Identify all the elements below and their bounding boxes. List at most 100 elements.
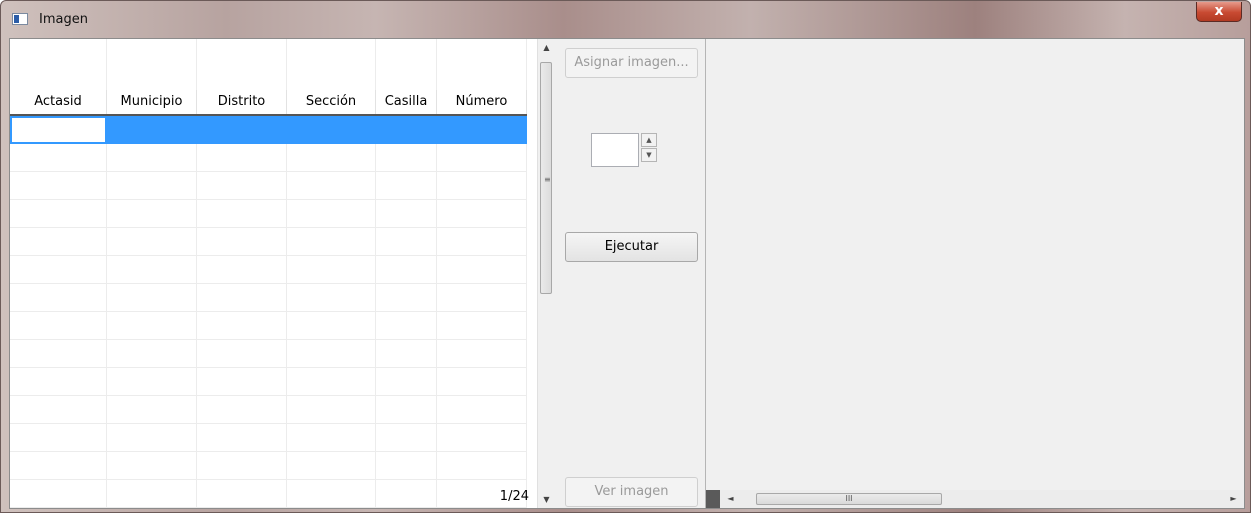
column-header-distrito[interactable]: Distrito: [197, 90, 287, 114]
table-cell[interactable]: [376, 480, 437, 508]
table-cell[interactable]: [376, 368, 437, 396]
table-cell[interactable]: [287, 312, 376, 340]
table-cell[interactable]: [437, 200, 527, 228]
table-vertical-scrollbar[interactable]: ▲ ≡ ▼: [537, 39, 555, 508]
table-cell[interactable]: [10, 144, 107, 172]
table-cell[interactable]: [10, 116, 107, 144]
table-cell[interactable]: [376, 396, 437, 424]
table-cell[interactable]: [10, 480, 107, 508]
assign-image-button[interactable]: Asignar imagen...: [565, 48, 698, 78]
spin-up-icon[interactable]: ▲: [641, 133, 657, 147]
column-header-casilla[interactable]: Casilla: [376, 90, 437, 114]
table-cell[interactable]: [197, 228, 287, 256]
table-cell[interactable]: [437, 452, 527, 480]
table-cell[interactable]: [376, 284, 437, 312]
table-row[interactable]: [10, 340, 527, 368]
table-cell[interactable]: [10, 284, 107, 312]
vertical-scroll-thumb[interactable]: ≡: [540, 62, 552, 294]
column-header-municipio[interactable]: Municipio: [107, 90, 197, 114]
table-cell[interactable]: [287, 396, 376, 424]
table-cell[interactable]: [287, 256, 376, 284]
table-cell[interactable]: [107, 284, 197, 312]
table-cell[interactable]: [376, 312, 437, 340]
table-row[interactable]: [10, 312, 527, 340]
table-cell[interactable]: [197, 396, 287, 424]
table-cell[interactable]: [376, 228, 437, 256]
table-row[interactable]: [10, 284, 527, 312]
table-cell[interactable]: [287, 284, 376, 312]
spin-arrows[interactable]: ▲ ▼: [641, 133, 657, 163]
close-button[interactable]: x: [1196, 2, 1242, 22]
table-cell[interactable]: [197, 144, 287, 172]
table-cell[interactable]: [107, 116, 197, 144]
table-cell[interactable]: [10, 228, 107, 256]
table-cell[interactable]: [107, 480, 197, 508]
scroll-down-arrow-icon[interactable]: ▼: [538, 491, 555, 508]
table-cell[interactable]: [107, 452, 197, 480]
table-cell[interactable]: [197, 480, 287, 508]
table-cell[interactable]: [287, 480, 376, 508]
table-cell[interactable]: [197, 200, 287, 228]
table-cell[interactable]: [437, 256, 527, 284]
table-cell[interactable]: [10, 256, 107, 284]
table-cell[interactable]: [197, 116, 287, 144]
image-horizontal-scrollbar[interactable]: ◄ III ►: [706, 490, 1244, 508]
table-cell[interactable]: [376, 424, 437, 452]
table-row[interactable]: [10, 256, 527, 284]
table-cell[interactable]: [197, 368, 287, 396]
table-row[interactable]: [10, 200, 527, 228]
table-cell[interactable]: [107, 172, 197, 200]
run-button[interactable]: Ejecutar: [565, 232, 698, 262]
table-cell[interactable]: [107, 396, 197, 424]
view-image-button[interactable]: Ver imagen: [565, 477, 698, 507]
table-cell[interactable]: [437, 172, 527, 200]
table-cell[interactable]: [437, 340, 527, 368]
scroll-up-arrow-icon[interactable]: ▲: [538, 39, 555, 56]
table-cell[interactable]: [107, 340, 197, 368]
column-header-numero[interactable]: Número: [437, 90, 527, 114]
table-row[interactable]: [10, 452, 527, 480]
table-row[interactable]: [10, 228, 527, 256]
table-cell[interactable]: [10, 200, 107, 228]
table-cell[interactable]: [10, 452, 107, 480]
table-cell[interactable]: [437, 144, 527, 172]
table-row[interactable]: [10, 172, 527, 200]
table-cell[interactable]: [10, 368, 107, 396]
table-row[interactable]: [10, 480, 527, 508]
scroll-left-arrow-icon[interactable]: ◄: [722, 490, 739, 508]
page-spinbox[interactable]: ▲ ▼: [591, 133, 657, 167]
table-cell[interactable]: [376, 340, 437, 368]
table-cell[interactable]: [197, 284, 287, 312]
table-cell[interactable]: [437, 116, 527, 144]
table-cell[interactable]: [197, 172, 287, 200]
table-cell[interactable]: [197, 256, 287, 284]
table-row[interactable]: [10, 396, 527, 424]
table-cell[interactable]: [107, 256, 197, 284]
table-cell[interactable]: [10, 340, 107, 368]
table-cell[interactable]: [107, 228, 197, 256]
table-cell[interactable]: [437, 424, 527, 452]
table-row[interactable]: [10, 368, 527, 396]
scroll-right-arrow-icon[interactable]: ►: [1225, 490, 1242, 508]
table-cell[interactable]: [287, 340, 376, 368]
table-cell[interactable]: [287, 172, 376, 200]
horizontal-scroll-thumb[interactable]: III: [756, 493, 942, 505]
table-row[interactable]: [10, 424, 527, 452]
table-cell[interactable]: [287, 144, 376, 172]
table-cell[interactable]: [107, 312, 197, 340]
table-cell[interactable]: [197, 452, 287, 480]
table-cell[interactable]: [376, 172, 437, 200]
table-cell[interactable]: [287, 228, 376, 256]
table-cell[interactable]: [10, 424, 107, 452]
table-cell[interactable]: [197, 424, 287, 452]
table-cell[interactable]: [376, 200, 437, 228]
column-header-actasid[interactable]: Actasid: [10, 90, 107, 114]
table-row[interactable]: [10, 144, 527, 172]
table-cell[interactable]: [10, 312, 107, 340]
table-cell[interactable]: [107, 200, 197, 228]
table-cell[interactable]: [437, 368, 527, 396]
table-row-selected[interactable]: [10, 116, 527, 144]
table-cell[interactable]: [376, 116, 437, 144]
table-cell[interactable]: [10, 172, 107, 200]
column-header-seccion[interactable]: Sección: [287, 90, 376, 114]
